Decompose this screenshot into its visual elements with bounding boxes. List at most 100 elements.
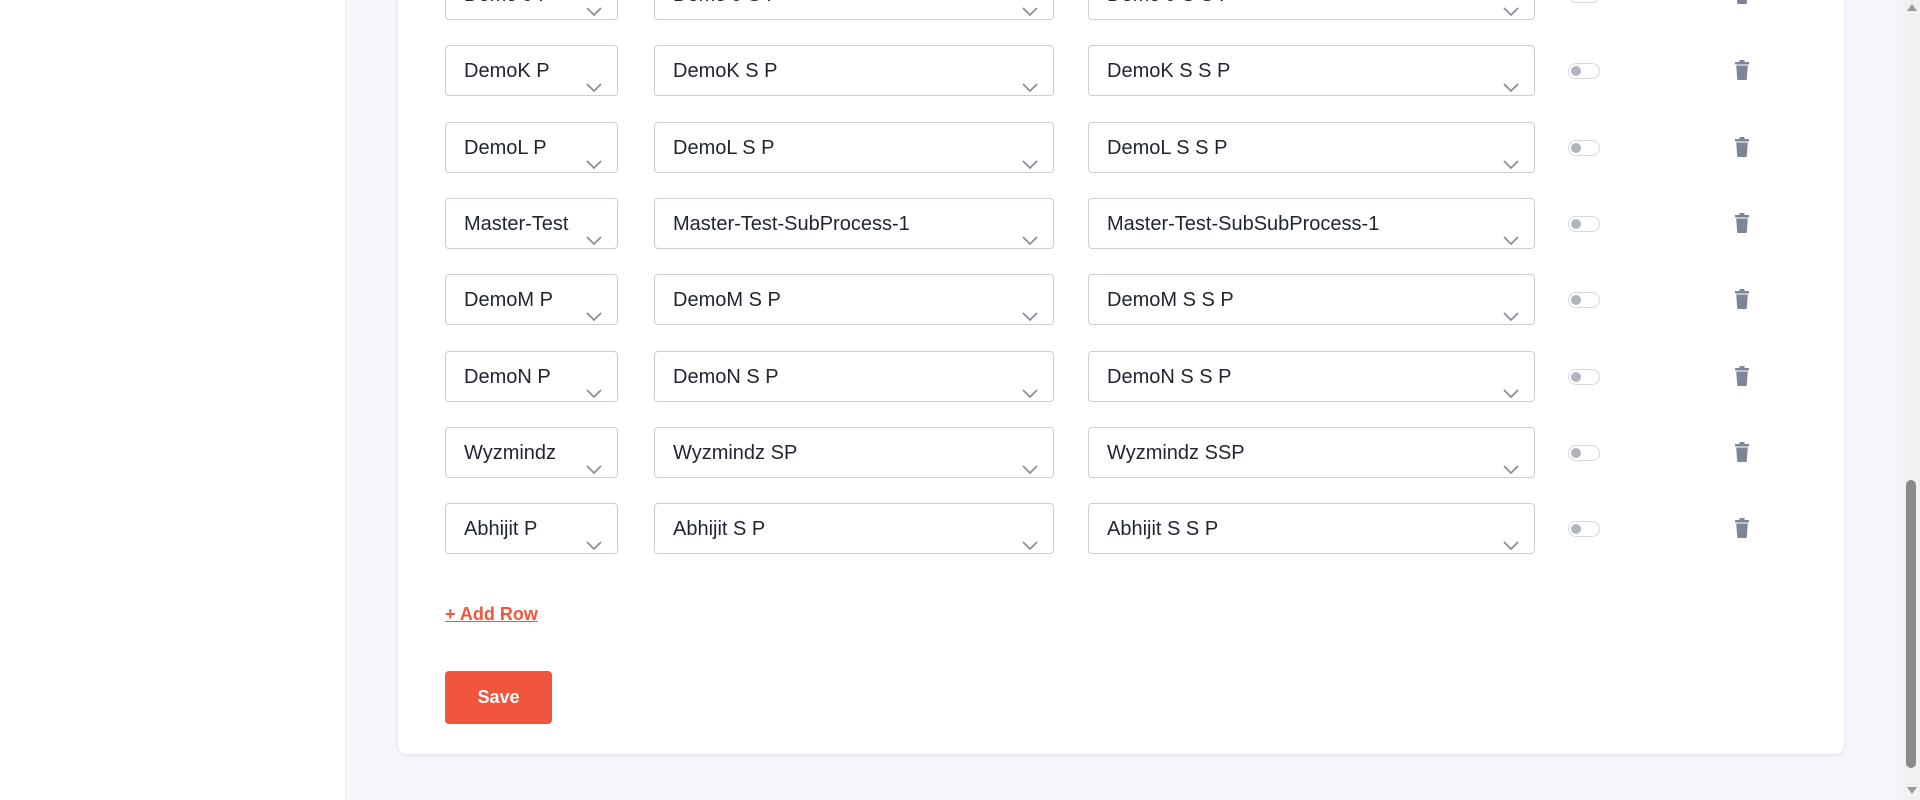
save-button[interactable]: Save [445, 671, 552, 724]
subsubprocess-select[interactable]: DemoL S S P [1088, 121, 1535, 173]
active-toggle[interactable] [1568, 444, 1600, 461]
mapping-row: DemoK P DemoK S P DemoK S S P [398, 45, 1844, 98]
chevron-down-icon [1021, 369, 1039, 398]
mapping-row: Wyzmindz Wyzmindz SP Wyzmindz SSP [398, 426, 1844, 480]
subprocess-select[interactable]: DemoN S P [654, 350, 1054, 402]
process-select[interactable]: Master-Test [445, 197, 618, 249]
subprocess-select[interactable]: DemoL S P [654, 121, 1054, 173]
chevron-down-icon [585, 216, 603, 246]
mapping-row: Demo J P Demo J S P Demo J S S P [398, 0, 1844, 22]
chevron-down-icon [1021, 216, 1039, 246]
chevron-down-icon [585, 63, 603, 93]
process-select[interactable]: Abhijit P [445, 503, 618, 555]
process-select[interactable]: DemoN P [445, 350, 618, 402]
active-toggle[interactable] [1568, 292, 1600, 309]
subsubprocess-select-value: Master-Test-SubSubProcess-1 [1107, 212, 1380, 235]
trash-icon[interactable] [1734, 212, 1750, 233]
trash-icon[interactable] [1734, 0, 1750, 4]
subsubprocess-select-value: DemoL S S P [1107, 136, 1228, 159]
process-select[interactable]: DemoM P [445, 274, 618, 326]
chevron-down-icon [1021, 292, 1039, 322]
subsubprocess-select-value: DemoK S S P [1107, 60, 1231, 83]
subsubprocess-select-value: Abhijit S S P [1107, 518, 1219, 541]
active-toggle[interactable] [1568, 63, 1600, 80]
toggle-knob [1571, 218, 1581, 229]
chevron-down-icon [1021, 521, 1039, 551]
subsubprocess-select-value: DemoN S S P [1107, 365, 1232, 388]
process-select[interactable]: Wyzmindz [445, 426, 618, 478]
trash-icon[interactable] [1734, 136, 1750, 157]
chevron-down-icon [1021, 63, 1039, 93]
chevron-down-icon [585, 292, 603, 322]
scroll-up-arrow-icon[interactable] [1907, 4, 1917, 11]
subprocess-select[interactable]: Demo J S P [654, 0, 1054, 20]
subsubprocess-select[interactable]: DemoK S S P [1088, 45, 1535, 97]
toggle-knob [1571, 66, 1581, 77]
mapping-row: DemoL P DemoL S P DemoL S S P [398, 121, 1844, 175]
subsubprocess-select[interactable]: DemoM S S P [1088, 274, 1535, 326]
chevron-down-icon [585, 445, 603, 475]
chevron-down-icon [585, 140, 603, 169]
chevron-down-icon [1502, 369, 1520, 398]
trash-icon[interactable] [1734, 518, 1750, 539]
subprocess-select[interactable]: Abhijit S P [654, 503, 1054, 555]
subsubprocess-select[interactable]: Master-Test-SubSubProcess-1 [1088, 197, 1535, 249]
chevron-down-icon [1021, 140, 1039, 169]
toggle-knob [1571, 524, 1581, 535]
active-toggle[interactable] [1568, 368, 1600, 385]
subsubprocess-select[interactable]: Demo J S S P [1088, 0, 1535, 20]
subprocess-select[interactable]: Wyzmindz SP [654, 426, 1054, 478]
mapping-row: Abhijit P Abhijit S P Abhijit S S P [398, 503, 1844, 556]
scrollbar-thumb[interactable] [1906, 480, 1916, 768]
active-toggle[interactable] [1568, 0, 1600, 3]
active-toggle[interactable] [1568, 215, 1600, 232]
toggle-knob [1571, 447, 1581, 458]
active-toggle[interactable] [1568, 139, 1600, 156]
process-select[interactable]: DemoK P [445, 45, 618, 97]
chevron-down-icon [585, 0, 603, 17]
toggle-knob [1571, 295, 1581, 306]
subprocess-select[interactable]: Master-Test-SubProcess-1 [654, 197, 1054, 249]
chevron-down-icon [1502, 216, 1520, 246]
subsubprocess-select[interactable]: DemoN S S P [1088, 350, 1535, 402]
chevron-down-icon [1502, 0, 1520, 17]
mapping-row: Master-Test Master-Test-SubProcess-1 Maste… [398, 197, 1844, 251]
chevron-down-icon [1021, 0, 1039, 17]
subprocess-select[interactable]: DemoK S P [654, 45, 1054, 97]
trash-icon[interactable] [1734, 289, 1750, 310]
trash-icon[interactable] [1734, 60, 1750, 81]
trash-icon[interactable] [1734, 365, 1750, 386]
chevron-down-icon [585, 521, 603, 551]
chevron-down-icon [1502, 292, 1520, 322]
add-row-link[interactable]: + Add Row [445, 604, 538, 625]
chevron-down-icon [585, 369, 603, 398]
trash-icon[interactable] [1734, 441, 1750, 462]
subprocess-select-value: DemoK S P [673, 60, 778, 83]
subsubprocess-select-value: Wyzmindz SSP [1107, 441, 1245, 464]
vertical-scrollbar[interactable] [1903, 0, 1920, 800]
subprocess-select-value: Master-Test-SubProcess-1 [673, 212, 910, 235]
toggle-knob [1571, 142, 1581, 153]
chevron-down-icon [1502, 445, 1520, 475]
subsubprocess-select[interactable]: Abhijit S S P [1088, 503, 1535, 555]
scroll-down-arrow-icon[interactable] [1907, 787, 1917, 794]
chevron-down-icon [1502, 63, 1520, 93]
subprocess-select-value: Abhijit S P [673, 518, 766, 541]
subprocess-select[interactable]: DemoM S P [654, 274, 1054, 326]
mapping-row: DemoN P DemoN S P DemoN S S P [398, 350, 1844, 404]
active-toggle[interactable] [1568, 521, 1600, 538]
subprocess-select-value: Demo J S P [673, 0, 1053, 19]
process-select[interactable]: DemoL P [445, 121, 618, 173]
subsubprocess-select-value: Demo J S S P [1107, 0, 1534, 19]
chevron-down-icon [1502, 521, 1520, 551]
subprocess-select-value: Wyzmindz SP [673, 441, 798, 464]
process-select[interactable]: Demo J P [445, 0, 618, 20]
subprocess-select-value: DemoM S P [673, 289, 781, 312]
chevron-down-icon [1502, 140, 1520, 169]
chevron-down-icon [1021, 445, 1039, 475]
subsubprocess-select[interactable]: Wyzmindz SSP [1088, 426, 1535, 478]
process-mapping-card: Demo J PDemo J S PDemo J S S PDemoK PDem… [398, 0, 1844, 754]
mapping-row: DemoM P DemoM S P DemoM S S P [398, 274, 1844, 327]
subprocess-select-value: DemoN S P [673, 365, 779, 388]
subprocess-select-value: DemoL S P [673, 136, 775, 159]
